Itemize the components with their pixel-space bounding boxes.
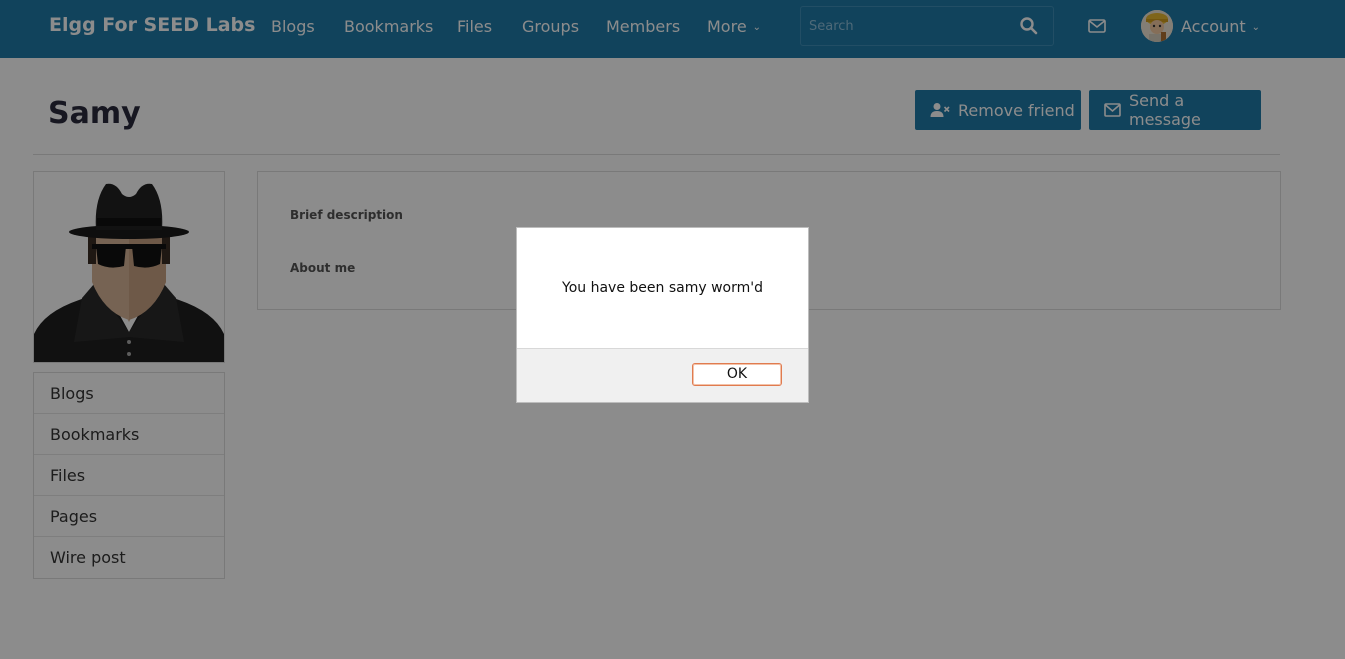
ok-button[interactable]: OK (692, 363, 782, 386)
alert-message: You have been samy worm'd (562, 280, 763, 296)
alert-footer: OK (517, 348, 808, 402)
alert-dialog: You have been samy worm'd OK (516, 227, 809, 403)
